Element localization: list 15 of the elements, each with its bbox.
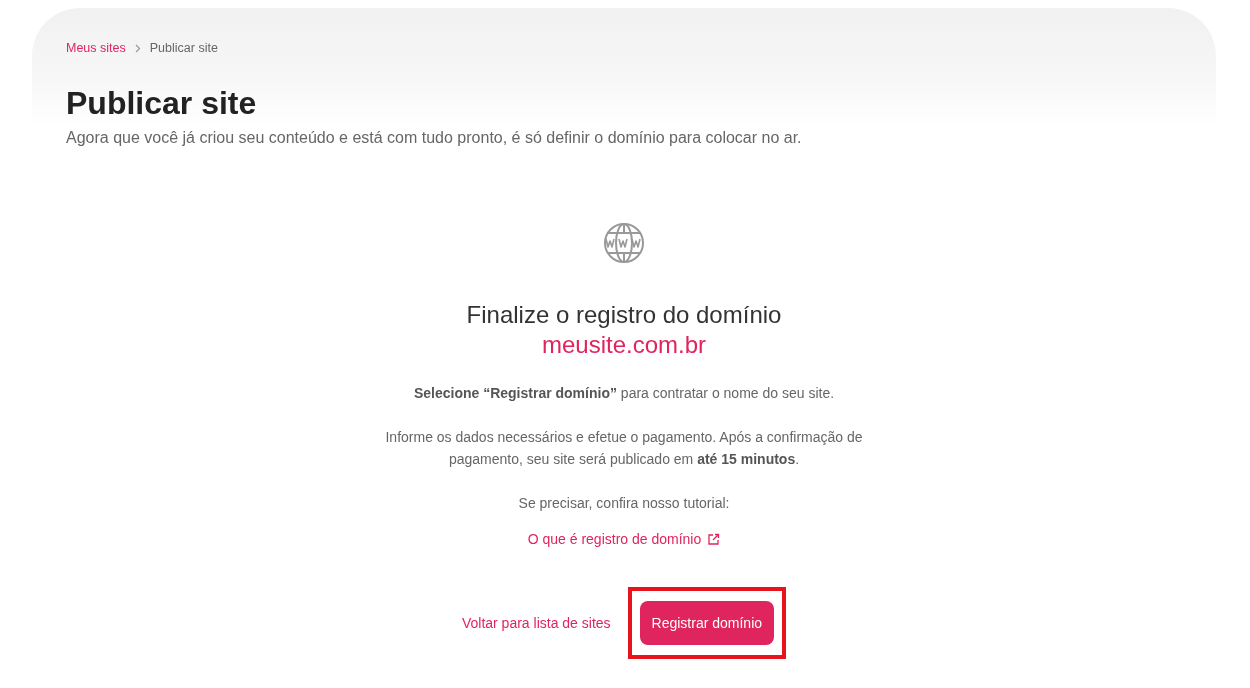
back-link[interactable]: Voltar para lista de sites xyxy=(461,615,611,631)
register-button[interactable]: Registrar domínio xyxy=(639,601,775,645)
page-subtitle: Agora que você já criou seu conteúdo e está com tudo pronto, é só definir o domínio para colocar no ar. xyxy=(66,129,803,147)
chevron-right-icon xyxy=(134,43,141,53)
external-link-icon xyxy=(707,532,721,546)
instruction-text: Selecione “Registrar domínio” para contratar o nome do seu site. xyxy=(412,384,836,403)
page-title: Publicar site xyxy=(66,84,258,123)
www-globe-icon xyxy=(603,222,645,264)
breadcrumb-current: Publicar site xyxy=(149,41,218,55)
section-heading: Finalize o registro do domínio xyxy=(466,300,782,330)
instruction-text: Se precisar, confira nosso tutorial: xyxy=(517,494,731,513)
instruction-text: Informe os dados necessários e efetue o pagamento. Após a confirmação de pagamento, seu site será publicado em até 15 minutos. xyxy=(384,428,864,469)
breadcrumb-link[interactable]: Meus sites xyxy=(66,41,126,55)
tutorial-link[interactable]: O que é registro de domínio xyxy=(527,531,721,547)
domain-name: meusite.com.br xyxy=(541,330,707,360)
